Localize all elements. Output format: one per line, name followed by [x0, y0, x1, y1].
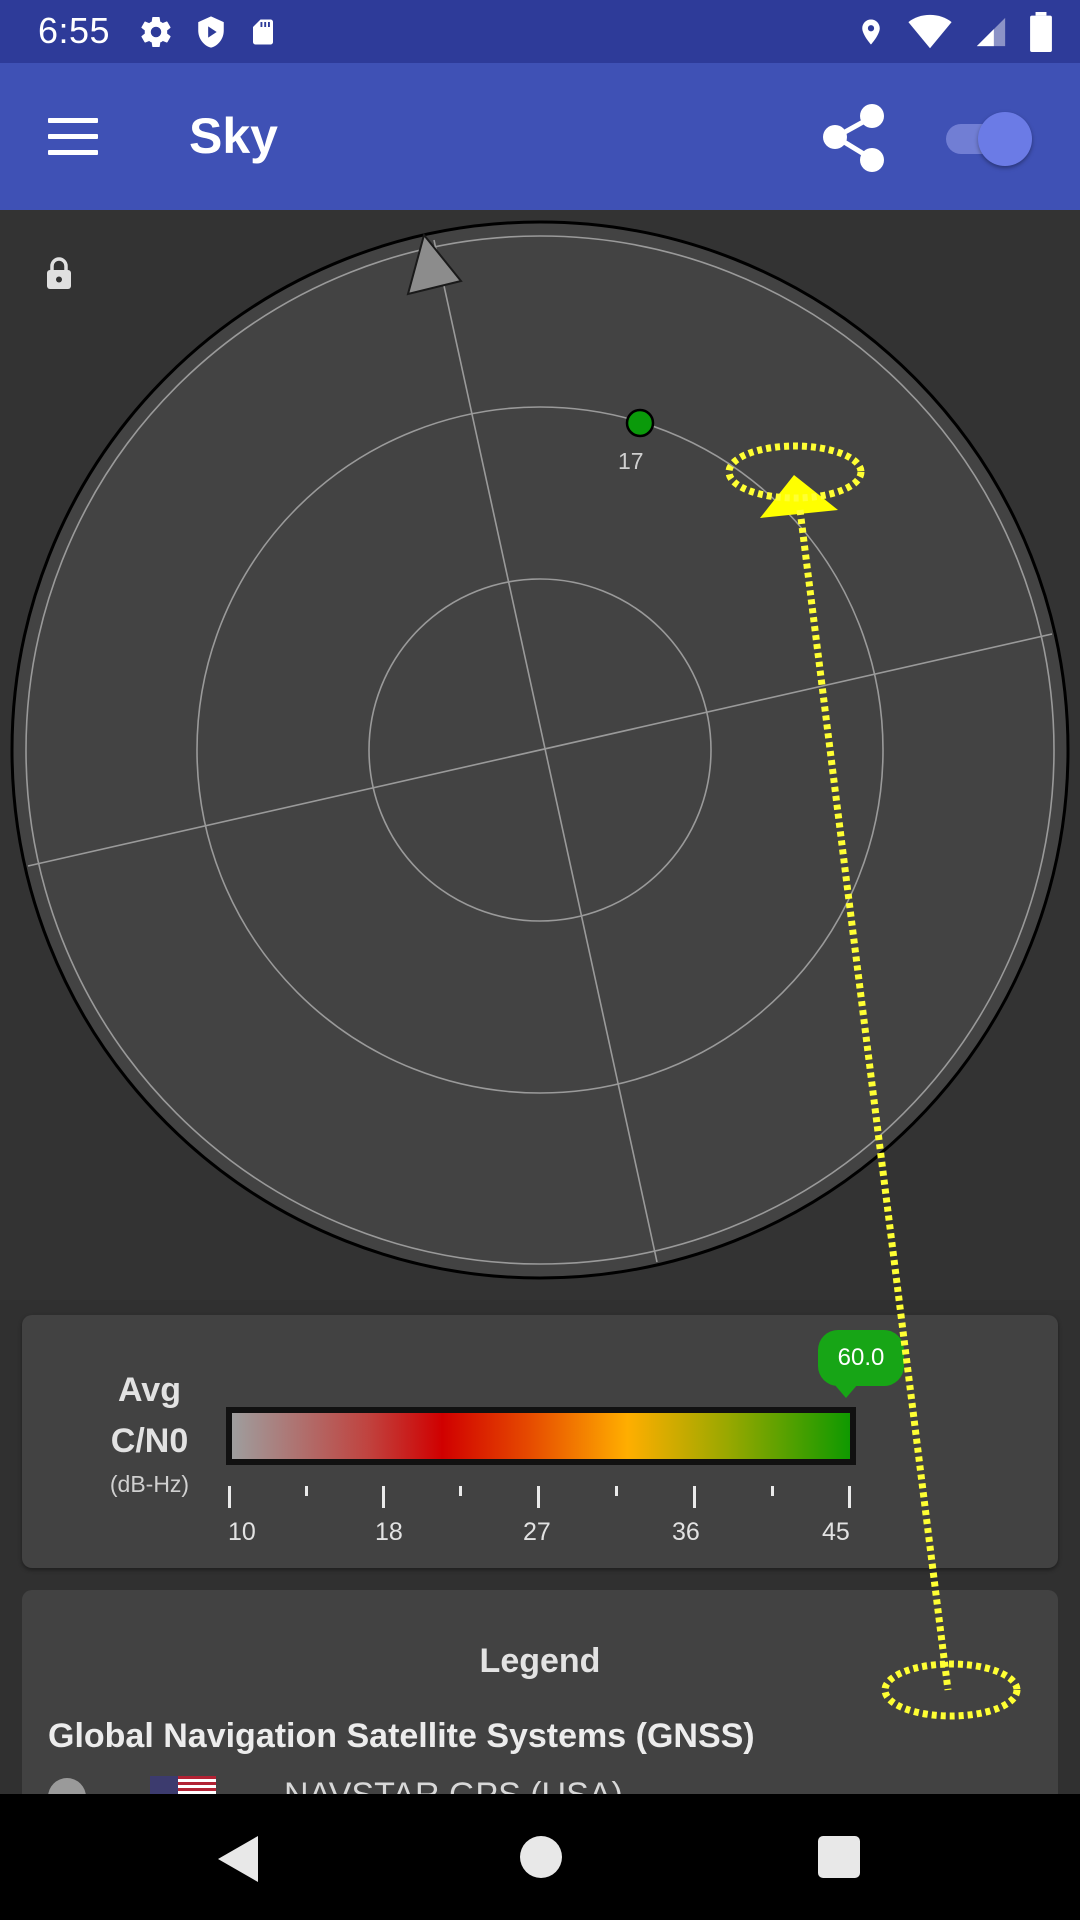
cn0-tick-major [537, 1486, 540, 1508]
avg-cn0-title-line1: Avg [118, 1371, 181, 1409]
cn0-tick-label: 45 [822, 1518, 850, 1546]
cn0-tick-major [228, 1486, 231, 1508]
cn0-tick-label: 10 [228, 1518, 256, 1546]
settings-icon [141, 17, 171, 48]
status-left-icons [138, 13, 278, 51]
cn0-tick-minor [615, 1486, 618, 1496]
cn0-tick-minor [771, 1486, 774, 1496]
cn0-tick-major [848, 1486, 851, 1508]
share-icon [823, 104, 884, 172]
cn0-tick-major [693, 1486, 696, 1508]
page-title: Sky [189, 108, 278, 164]
cn0-gradient-bar [226, 1407, 856, 1465]
status-time: 6:55 [38, 10, 111, 51]
shield-play-icon [198, 16, 224, 48]
app-bar: Sky [0, 63, 1080, 210]
cn0-tick-minor [305, 1486, 308, 1496]
cn0-tick-label: 18 [375, 1518, 403, 1546]
satellite-17-label: 17 [618, 448, 644, 474]
location-icon [862, 19, 880, 45]
satellite-17-marker[interactable] [625, 408, 655, 438]
cn0-tick-minor [459, 1486, 462, 1496]
hamburger-menu-icon [48, 118, 98, 123]
sky-plot[interactable] [0, 210, 1080, 1300]
signal-icon [976, 17, 1006, 47]
avg-cn0-unit: (dB-Hz) [109, 1471, 190, 1497]
navigation-bar [0, 1794, 1080, 1920]
wifi-icon [908, 14, 952, 49]
share-button[interactable] [818, 101, 888, 175]
cn0-tick-label: 36 [672, 1518, 700, 1546]
toggle-switch[interactable] [940, 109, 1032, 167]
avg-cn0-title: Avg C/N0 (dB-Hz) [62, 1365, 237, 1501]
avg-cn0-title-line2: C/N0 [110, 1422, 189, 1460]
recents-button[interactable] [818, 1836, 860, 1878]
battery-icon [1030, 12, 1052, 52]
cn0-tick-label: 27 [523, 1518, 551, 1546]
lock-icon[interactable] [44, 256, 74, 290]
status-bar: 6:55 [0, 0, 1080, 63]
cn0-value-badge: 60.0 [818, 1330, 904, 1398]
toggle-thumb [978, 112, 1032, 166]
home-button[interactable] [520, 1836, 562, 1878]
back-button[interactable] [214, 1834, 260, 1884]
cn0-tick-major [382, 1486, 385, 1508]
sd-card-icon [253, 19, 273, 45]
legend-title: Legend [479, 1642, 601, 1680]
gnss-heading: Global Navigation Satellite Systems (GNS… [48, 1717, 755, 1755]
status-right-icons [856, 10, 1052, 54]
menu-button[interactable] [34, 105, 110, 169]
cn0-gradient-fill [232, 1413, 850, 1459]
